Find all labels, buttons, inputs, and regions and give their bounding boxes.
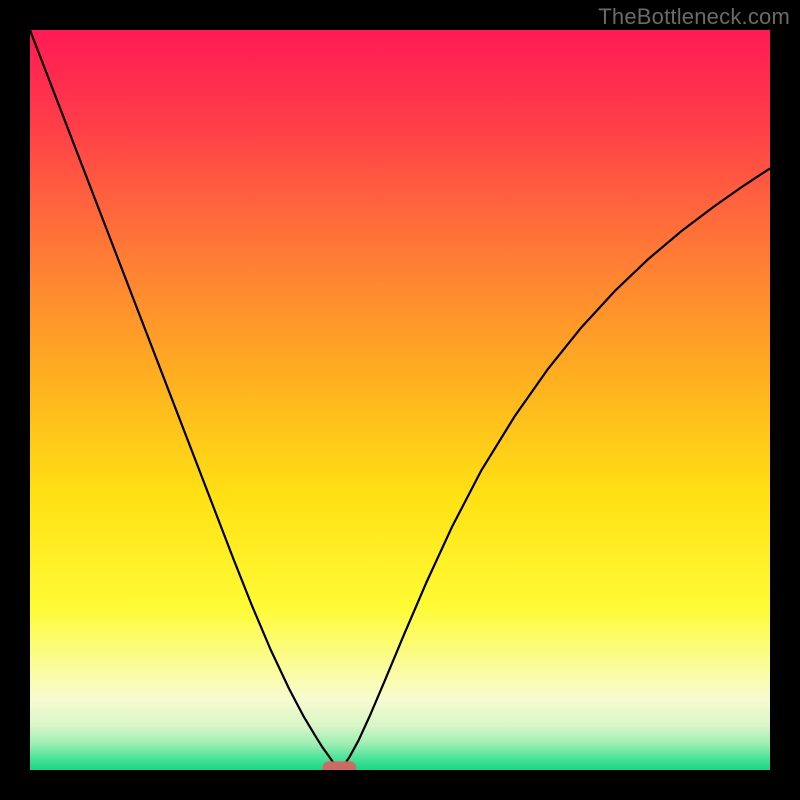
minimum-marker	[322, 761, 356, 770]
watermark-text: TheBottleneck.com	[598, 4, 790, 30]
plot-area	[30, 30, 770, 770]
gradient-background	[30, 30, 770, 770]
bottleneck-chart	[30, 30, 770, 770]
chart-frame: TheBottleneck.com	[0, 0, 800, 800]
